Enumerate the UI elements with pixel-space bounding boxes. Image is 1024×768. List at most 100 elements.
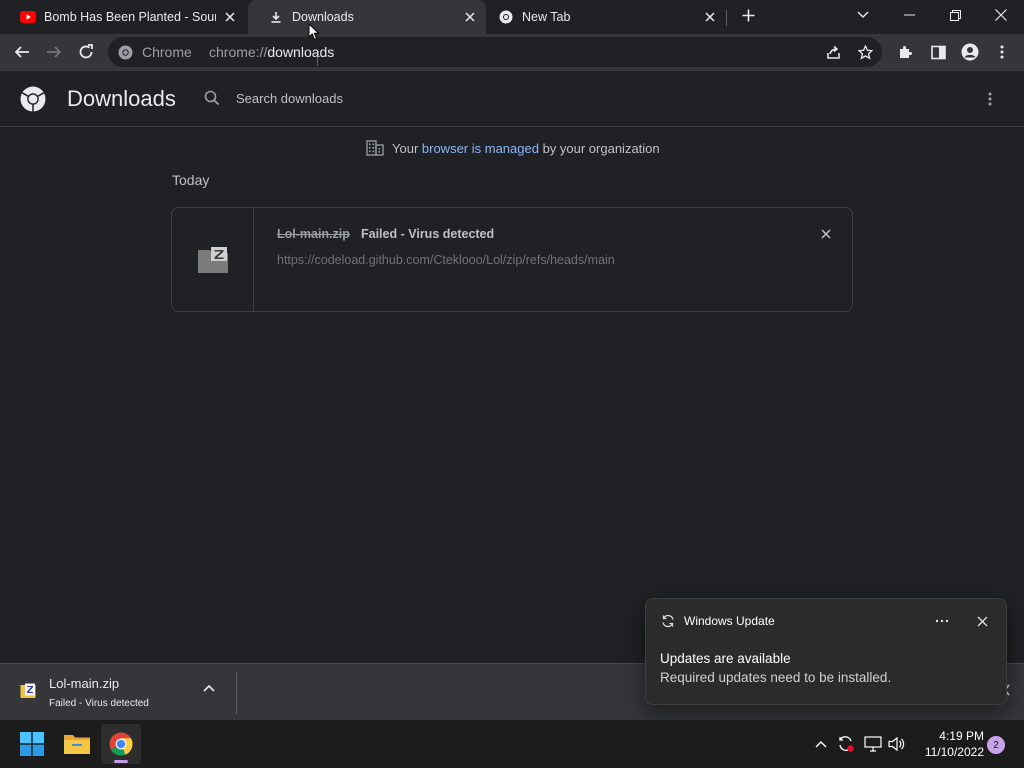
- toast-body: Required updates need to be installed.: [660, 670, 892, 685]
- url-text: chrome://downloads: [209, 44, 334, 60]
- tab-separator: [726, 10, 727, 26]
- kebab-menu-icon: [988, 92, 992, 106]
- restore-button[interactable]: [932, 0, 978, 30]
- network-icon-glyph: [864, 736, 882, 752]
- shelf-filename: Lol-main.zip: [49, 676, 120, 691]
- profile-icon: [961, 43, 979, 61]
- profile-button[interactable]: [956, 38, 984, 66]
- tab-title: New Tab: [522, 10, 571, 24]
- clock-date: 11/10/2022: [924, 745, 984, 759]
- download-filename[interactable]: Lol-main.zip: [277, 227, 350, 241]
- windows-update-tray-icon[interactable]: [836, 734, 856, 754]
- toast-app-name: Windows Update: [684, 614, 775, 628]
- close-tab-icon[interactable]: [462, 9, 478, 25]
- remove-download-button[interactable]: [817, 225, 835, 243]
- close-icon: [977, 616, 987, 626]
- volume-icon[interactable]: [887, 734, 907, 754]
- file-explorer-icon: [64, 735, 90, 754]
- downloads-more-button[interactable]: [978, 87, 1002, 111]
- sync-icon: [662, 614, 674, 628]
- notification-count-badge[interactable]: 2: [987, 736, 1005, 754]
- close-icon: [995, 9, 1007, 21]
- share-icon: [826, 45, 840, 59]
- close-tab-icon[interactable]: [222, 9, 238, 25]
- star-icon: [857, 44, 873, 60]
- sync-alert-icon: [839, 736, 854, 752]
- managed-notice: Your browser is managed by your organiza…: [366, 140, 660, 156]
- shelf-status: Failed - Virus detected: [49, 698, 149, 709]
- zip-file-icon: [20, 683, 36, 698]
- start-button[interactable]: [12, 724, 52, 764]
- managed-prefix: Your: [392, 140, 422, 156]
- chrome-menu-button[interactable]: [988, 38, 1016, 66]
- show-hidden-icons-button[interactable]: [811, 734, 831, 754]
- address-bar[interactable]: Chrome chrome://downloads: [108, 37, 882, 67]
- tab-title: Bomb Has Been Planted - Sound: [44, 10, 216, 24]
- download-source-url[interactable]: https://codeload.github.com/Cteklooo/Lol…: [277, 253, 615, 267]
- more-horizontal-icon: [935, 619, 949, 623]
- browser-managed-link[interactable]: browser is managed: [422, 141, 539, 156]
- extensions-button[interactable]: [892, 38, 920, 66]
- page-title: Downloads: [67, 86, 176, 111]
- mouse-cursor-icon: [308, 23, 320, 41]
- tab-youtube[interactable]: Bomb Has Been Planted - Sound: [0, 0, 246, 34]
- network-icon[interactable]: [863, 734, 883, 754]
- minimize-button[interactable]: [886, 0, 932, 30]
- site-chip-label: Chrome: [142, 44, 192, 60]
- reload-button[interactable]: [72, 38, 100, 66]
- file-icon-column: [172, 208, 254, 311]
- chrome-logo-icon: [20, 86, 46, 112]
- puzzle-icon: [900, 46, 912, 58]
- toast-close-button[interactable]: [972, 611, 992, 631]
- shelf-divider: [236, 672, 237, 714]
- windows-taskbar: 4:19 PM 11/10/2022: [0, 720, 1024, 768]
- tab-search-button[interactable]: [840, 0, 886, 30]
- chevron-down-icon: [857, 11, 869, 18]
- download-status: Failed - Virus detected: [361, 227, 495, 241]
- toast-more-button[interactable]: [932, 611, 952, 631]
- browser-toolbar: Chrome chrome://downloads: [0, 34, 1024, 71]
- back-button[interactable]: [8, 38, 36, 66]
- minimize-icon: [903, 14, 915, 16]
- tab-title: Downloads: [292, 10, 354, 24]
- clock-time: 4:19 PM: [939, 729, 984, 743]
- toast-heading: Updates are available: [660, 651, 791, 666]
- share-button[interactable]: [819, 38, 847, 66]
- tab-downloads[interactable]: Downloads: [248, 0, 486, 34]
- chevron-up-icon: [815, 741, 827, 748]
- kebab-menu-icon: [1000, 45, 1004, 59]
- chrome-icon: [118, 45, 133, 59]
- forward-button[interactable]: [40, 38, 68, 66]
- windows-update-toast[interactable]: Windows Update Updates are available Req…: [645, 598, 1007, 705]
- side-panel-button[interactable]: [924, 38, 952, 66]
- search-downloads-input[interactable]: [236, 88, 836, 108]
- shelf-download-item[interactable]: Lol-main.zip Failed - Virus detected: [0, 664, 236, 720]
- chevron-up-icon[interactable]: [203, 684, 215, 692]
- url-scheme: chrome://: [209, 44, 268, 60]
- reload-icon: [79, 44, 93, 59]
- close-tab-icon[interactable]: [702, 9, 718, 25]
- new-tab-button[interactable]: [734, 0, 762, 30]
- side-panel-icon: [930, 45, 946, 59]
- close-icon: [821, 229, 831, 239]
- download-item: Lol-main.zip Failed - Virus detected htt…: [171, 207, 853, 312]
- zip-file-icon: [197, 246, 228, 273]
- plus-icon: [742, 9, 754, 21]
- chrome-taskbar-button[interactable]: [101, 724, 141, 764]
- downloads-header: Downloads: [0, 71, 1024, 127]
- system-clock[interactable]: 4:19 PM 11/10/2022: [912, 728, 984, 760]
- building-icon: [366, 140, 384, 156]
- managed-suffix: by your organization: [538, 140, 660, 156]
- search-box[interactable]: [192, 79, 868, 117]
- close-window-button[interactable]: [978, 0, 1024, 30]
- arrow-right-icon: [47, 46, 62, 58]
- file-explorer-button[interactable]: [57, 724, 97, 764]
- speaker-icon: [888, 736, 905, 752]
- youtube-icon: [20, 9, 36, 25]
- tab-new-tab[interactable]: New Tab: [478, 0, 726, 34]
- download-icon: [268, 9, 284, 25]
- search-icon: [204, 90, 220, 106]
- bookmark-button[interactable]: [851, 38, 879, 66]
- site-chip[interactable]: Chrome: [118, 44, 318, 66]
- start-icon: [20, 732, 44, 756]
